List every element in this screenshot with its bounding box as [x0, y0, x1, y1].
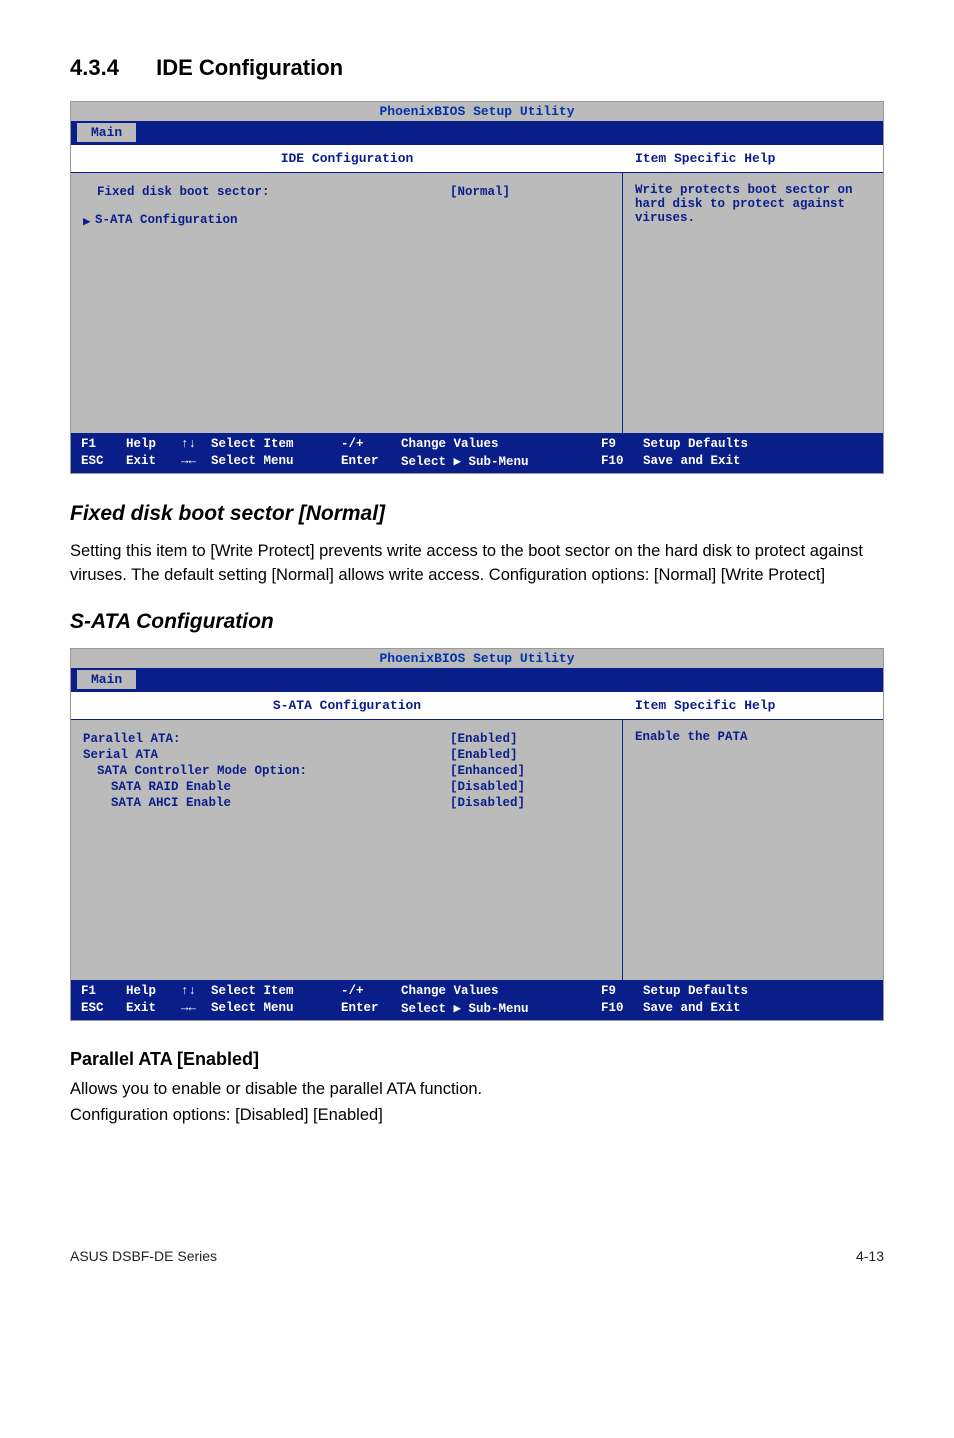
para-fixed-disk: Setting this item to [Write Protect] pre… — [70, 540, 884, 588]
row-label: SATA Controller Mode Option: — [83, 764, 450, 778]
subheading-fixed-disk: Fixed disk boot sector [Normal] — [70, 502, 884, 526]
bios-utility-title: PhoenixBIOS Setup Utility — [71, 102, 883, 121]
row-label: Fixed disk boot sector: — [83, 185, 450, 199]
bios-row-sata-config[interactable]: ▶ S-ATA Configuration — [83, 213, 610, 229]
para-parallel-ata-1: Allows you to enable or disable the para… — [70, 1078, 884, 1102]
hint-help: Help — [126, 437, 181, 451]
hint-select-item: Select Item — [211, 437, 341, 451]
bios-row-fixed-disk[interactable]: Fixed disk boot sector: [Normal] — [83, 185, 610, 199]
hint-change-values: Change Values — [401, 984, 601, 998]
key-f9: F9 — [601, 984, 643, 998]
hint-select-submenu: Select ▶ Sub-Menu — [401, 1000, 601, 1016]
bios-help-title: Item Specific Help — [623, 145, 883, 173]
bios-settings-list: Parallel ATA: [Enabled] Serial ATA [Enab… — [71, 720, 622, 822]
hint-help: Help — [126, 984, 181, 998]
bios-screenshot-2: PhoenixBIOS Setup Utility Main S-ATA Con… — [70, 648, 884, 1021]
section-heading: 4.3.4 IDE Configuration — [70, 55, 884, 81]
key-f9: F9 — [601, 437, 643, 451]
row-label: Parallel ATA: — [83, 732, 450, 746]
hint-select-item: Select Item — [211, 984, 341, 998]
bios-key-hints: F1 Help ↑↓ Select Item -/+ Change Values… — [71, 433, 883, 473]
key-enter: Enter — [341, 454, 401, 468]
hint-exit: Exit — [126, 454, 181, 468]
bios-tab-main[interactable]: Main — [77, 123, 136, 142]
bios-panel-title: S-ATA Configuration — [71, 692, 623, 720]
arrows-updown-icon: ↑↓ — [181, 984, 211, 998]
row-label: Serial ATA — [83, 748, 450, 762]
bios-row-parallel-ata[interactable]: Parallel ATA: [Enabled] — [83, 732, 610, 746]
key-plusminus: -/+ — [341, 437, 401, 451]
row-label: SATA AHCI Enable — [83, 796, 450, 810]
bios-tab-bar: Main — [71, 668, 883, 691]
subheading-sata-config: S-ATA Configuration — [70, 610, 884, 634]
hint-setup-defaults: Setup Defaults — [643, 437, 873, 451]
hint-change-values: Change Values — [401, 437, 601, 451]
bios-help-panel: Enable the PATA — [623, 720, 883, 980]
arrows-leftright-icon: →← — [181, 454, 211, 468]
bios-panel-title: IDE Configuration — [71, 145, 623, 173]
hint-select-menu: Select Menu — [211, 1001, 341, 1015]
bios-help-text: Write protects boot sector on hard disk … — [635, 183, 871, 225]
bios-key-hints: F1 Help ↑↓ Select Item -/+ Change Values… — [71, 980, 883, 1020]
row-value: [Normal] — [450, 185, 610, 199]
footer-page-number: 4-13 — [856, 1248, 884, 1264]
hint-exit: Exit — [126, 1001, 181, 1015]
bios-help-panel: Write protects boot sector on hard disk … — [623, 173, 883, 433]
page-footer: ASUS DSBF-DE Series 4-13 — [70, 1248, 884, 1264]
bios-settings-list: Fixed disk boot sector: [Normal] ▶ S-ATA… — [71, 173, 622, 241]
hint-save-exit: Save and Exit — [643, 454, 873, 468]
bios-row-sata-mode[interactable]: SATA Controller Mode Option: [Enhanced] — [83, 764, 610, 778]
hint-select-submenu: Select ▶ Sub-Menu — [401, 453, 601, 469]
arrows-leftright-icon: →← — [181, 1001, 211, 1015]
key-plusminus: -/+ — [341, 984, 401, 998]
row-value: [Disabled] — [450, 780, 610, 794]
submenu-arrow-icon: ▶ — [83, 213, 95, 229]
row-value: [Enhanced] — [450, 764, 610, 778]
bios-utility-title: PhoenixBIOS Setup Utility — [71, 649, 883, 668]
bios-tab-bar: Main — [71, 121, 883, 144]
key-esc: ESC — [81, 1001, 126, 1015]
bios-row-sata-raid[interactable]: SATA RAID Enable [Disabled] — [83, 780, 610, 794]
bios-help-title: Item Specific Help — [623, 692, 883, 720]
subheading-parallel-ata: Parallel ATA [Enabled] — [70, 1049, 884, 1070]
row-label: SATA RAID Enable — [83, 780, 450, 794]
key-f10: F10 — [601, 454, 643, 468]
hint-select-menu: Select Menu — [211, 454, 341, 468]
arrows-updown-icon: ↑↓ — [181, 437, 211, 451]
section-number: 4.3.4 — [70, 55, 150, 81]
bios-help-text: Enable the PATA — [635, 730, 871, 744]
key-esc: ESC — [81, 454, 126, 468]
key-enter: Enter — [341, 1001, 401, 1015]
hint-setup-defaults: Setup Defaults — [643, 984, 873, 998]
key-f1: F1 — [81, 984, 126, 998]
para-parallel-ata-2: Configuration options: [Disabled] [Enabl… — [70, 1104, 884, 1128]
row-value: [Enabled] — [450, 732, 610, 746]
key-f1: F1 — [81, 437, 126, 451]
bios-screenshot-1: PhoenixBIOS Setup Utility Main IDE Confi… — [70, 101, 884, 474]
row-value: [Disabled] — [450, 796, 610, 810]
section-title-text: IDE Configuration — [156, 55, 343, 80]
row-value: [Enabled] — [450, 748, 610, 762]
row-label: S-ATA Configuration — [95, 213, 610, 229]
bios-row-sata-ahci[interactable]: SATA AHCI Enable [Disabled] — [83, 796, 610, 810]
footer-product: ASUS DSBF-DE Series — [70, 1248, 217, 1264]
key-f10: F10 — [601, 1001, 643, 1015]
bios-row-serial-ata[interactable]: Serial ATA [Enabled] — [83, 748, 610, 762]
hint-save-exit: Save and Exit — [643, 1001, 873, 1015]
bios-tab-main[interactable]: Main — [77, 670, 136, 689]
